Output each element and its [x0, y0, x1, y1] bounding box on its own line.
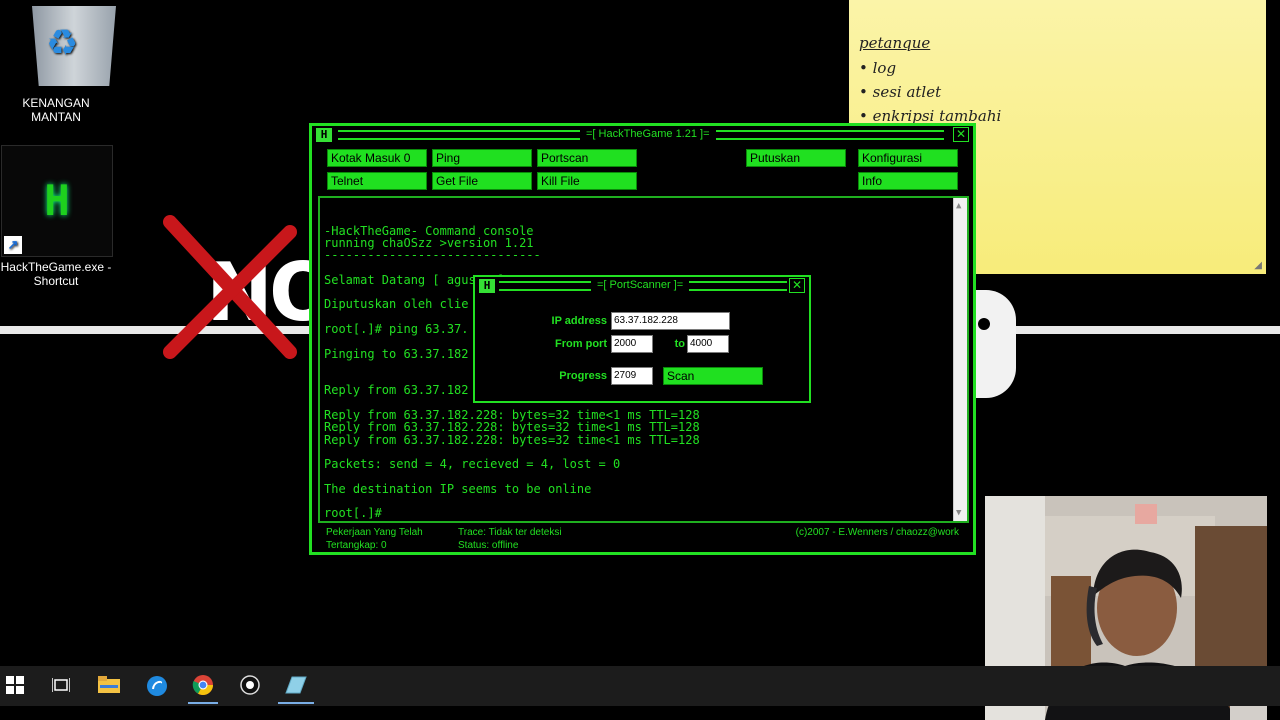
getfile-button[interactable]: Get File: [432, 172, 532, 190]
start-icon[interactable]: [6, 676, 24, 694]
jobs-caught-line2: Tertangkap: 0: [326, 540, 387, 551]
sticky-note-title: petanque: [859, 34, 931, 52]
dialog-app-icon: H: [479, 279, 495, 293]
killfile-button[interactable]: Kill File: [537, 172, 637, 190]
recycle-bin-icon: ♻: [16, 0, 116, 86]
wallpaper-ghost-eye: [978, 318, 990, 330]
disconnect-button[interactable]: Putuskan: [746, 149, 846, 167]
skype-icon[interactable]: [146, 675, 168, 697]
ip-address-label: IP address: [551, 315, 607, 327]
recycle-bin[interactable]: ♻ KENANGAN MANTAN: [0, 0, 116, 124]
close-icon[interactable]: ✕: [953, 127, 969, 142]
ip-address-field[interactable]: 63.37.182.228: [611, 312, 730, 330]
to-port-label: to: [674, 338, 685, 350]
taskbar: [0, 666, 1280, 706]
shortcut-arrow-icon: ↗: [4, 236, 22, 254]
console-scrollbar[interactable]: ▲ ▼: [953, 198, 967, 521]
sticky-note-item: • sesi atlet: [859, 83, 942, 101]
task-view-icon[interactable]: [52, 676, 70, 694]
sticky-note-item: • log: [859, 59, 897, 77]
config-button[interactable]: Konfigurasi: [858, 149, 958, 167]
trace-text: Trace: Tidak ter deteksi: [458, 527, 562, 538]
telnet-button[interactable]: Telnet: [327, 172, 427, 190]
wallpaper-red-x-icon: [163, 215, 297, 359]
portscan-button[interactable]: Portscan: [537, 149, 637, 167]
trace-status: Trace: Tidak ter deteksi Status: offline: [458, 526, 562, 552]
jobs-caught: Pekerjaan Yang Telah Tertangkap: 0: [326, 526, 423, 552]
hackthegame-shortcut[interactable]: H ↗: [1, 145, 113, 257]
scan-button[interactable]: Scan: [663, 367, 763, 385]
copyright: (c)2007 - E.Wenners / chaozz@work: [795, 527, 959, 538]
window-title: =[ HackTheGame 1.21 ]=: [580, 128, 716, 140]
title-bar[interactable]: H =[ HackTheGame 1.21 ]= ✕: [312, 126, 973, 144]
recycle-bin-label: KENANGAN MANTAN: [22, 96, 90, 124]
inbox-button[interactable]: Kotak Masuk 0: [327, 149, 427, 167]
dialog-close-icon[interactable]: ✕: [789, 278, 805, 293]
from-port-label: From port: [555, 338, 607, 350]
dialog-title-bar[interactable]: H =[ PortScanner ]= ✕: [475, 277, 809, 295]
from-port-field[interactable]: 2000: [611, 335, 653, 353]
chrome-icon[interactable]: [192, 674, 214, 696]
jobs-caught-line1: Pekerjaan Yang Telah: [326, 527, 423, 538]
steam-icon[interactable]: [240, 675, 260, 695]
scroll-up-icon[interactable]: ▲: [956, 200, 961, 212]
info-button[interactable]: Info: [858, 172, 958, 190]
to-port-field[interactable]: 4000: [687, 335, 729, 353]
shortcut-label-line2: Shortcut: [33, 274, 79, 288]
portscanner-dialog: H =[ PortScanner ]= ✕ IP address 63.37.1…: [473, 275, 811, 403]
ping-button[interactable]: Ping: [432, 149, 532, 167]
resize-grip-icon[interactable]: ◢: [1254, 260, 1262, 271]
progress-field: 2709: [611, 367, 653, 385]
hackthegame-shortcut-label[interactable]: HackTheGame.exe - Shortcut: [0, 260, 112, 288]
notes-icon[interactable]: [284, 675, 308, 695]
shortcut-label-line1: HackTheGame.exe -: [0, 260, 112, 274]
status-text: Status: offline: [458, 540, 519, 551]
dialog-title: =[ PortScanner ]=: [591, 279, 690, 291]
hackthegame-app-icon: H: [44, 176, 70, 225]
progress-label: Progress: [559, 370, 607, 382]
app-icon: H: [316, 128, 332, 142]
file-explorer-icon[interactable]: [98, 675, 120, 695]
scroll-down-icon[interactable]: ▼: [956, 507, 961, 519]
